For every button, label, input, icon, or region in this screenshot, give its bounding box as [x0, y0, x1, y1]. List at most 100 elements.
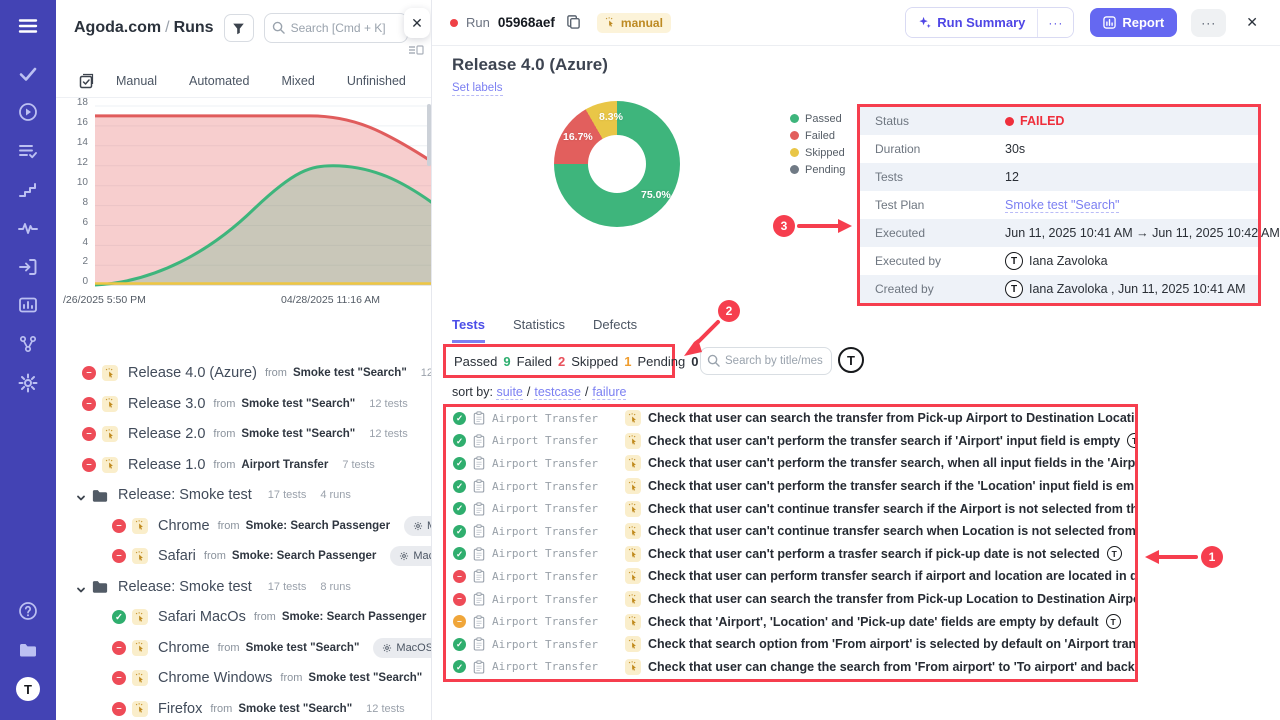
run-row-chrome-2[interactable]: Chrome from Smoke test "Search" MacOS Ch…	[56, 633, 432, 664]
test-title[interactable]: Check that user can't continue transfer …	[648, 524, 1135, 538]
help-icon[interactable]	[18, 601, 38, 621]
run-name[interactable]: Chrome Windows	[158, 670, 272, 686]
run-name[interactable]: Release 3.0	[128, 396, 205, 412]
breadcrumb-project[interactable]: Agoda.com	[74, 19, 161, 36]
test-row[interactable]: Airport TransferCheck that user can sear…	[446, 407, 1135, 430]
run-row-release-20[interactable]: Release 2.0 from Smoke test "Search" 12 …	[56, 419, 432, 450]
test-title[interactable]: Check that user can change the search fr…	[648, 660, 1135, 674]
checklist-icon[interactable]	[78, 73, 94, 89]
run-row-release-10[interactable]: Release 1.0 from Airport Transfer 7 test…	[56, 450, 432, 481]
run-plan[interactable]: Smoke: Search Passenger	[282, 611, 426, 623]
run-row-chrome-windows[interactable]: Chrome Windows from Smoke test "Search" …	[56, 663, 432, 694]
run-group-row[interactable]: Release: Smoke test 17 tests 8 runs	[56, 572, 432, 603]
test-title[interactable]: Check that user can search the transfer …	[648, 592, 1135, 606]
test-row[interactable]: Airport TransferCheck that user can perf…	[446, 565, 1135, 588]
tab-manual[interactable]: Manual	[116, 74, 157, 88]
env-chip[interactable]: MacOS	[390, 546, 432, 566]
copy-icon[interactable]	[565, 14, 583, 32]
import-icon[interactable]	[18, 257, 38, 277]
run-plan[interactable]: Smoke test "Search"	[308, 672, 422, 684]
run-name[interactable]: Release 4.0 (Azure)	[128, 365, 257, 381]
run-plan[interactable]: Smoke: Search Passenger	[246, 520, 390, 532]
env-chip[interactable]: MacOS	[373, 638, 432, 658]
tab-unfinished[interactable]: Unfinished	[347, 74, 406, 88]
assignee-avatar[interactable]: T	[838, 347, 864, 373]
test-row[interactable]: Airport TransferCheck that user can sear…	[446, 588, 1135, 611]
run-plan[interactable]: Smoke test "Search"	[246, 642, 360, 654]
test-title[interactable]: Check that search option from 'From airp…	[648, 637, 1135, 651]
test-row[interactable]: Airport TransferCheck that user can't pe…	[446, 475, 1135, 498]
filter-button[interactable]	[224, 14, 254, 42]
run-name[interactable]: Safari	[158, 548, 196, 564]
run-group-row[interactable]: Release: Smoke test 17 tests 4 runs	[56, 480, 432, 511]
milestones-steps-icon[interactable]	[18, 180, 38, 200]
run-plan[interactable]: Smoke test "Search"	[241, 428, 355, 440]
test-title[interactable]: Check that user can't perform the transf…	[648, 434, 1120, 448]
test-title[interactable]: Check that user can't perform a trasfer …	[648, 547, 1100, 561]
sidebar-close-button[interactable]: ✕	[404, 8, 430, 38]
sort-suite-link[interactable]: suite	[496, 385, 522, 400]
filter-passed-label[interactable]: Passed	[454, 354, 497, 369]
filter-skipped-count[interactable]: 1	[624, 354, 631, 369]
run-name[interactable]: Safari MacOs	[158, 609, 246, 625]
test-row[interactable]: Airport TransferCheck that search option…	[446, 633, 1135, 656]
settings-gear-icon[interactable]	[18, 373, 38, 393]
set-labels-link[interactable]: Set labels	[452, 82, 503, 96]
filter-failed-count[interactable]: 2	[558, 354, 565, 369]
plans-list-icon[interactable]	[18, 141, 38, 161]
run-plan[interactable]: Smoke test "Search"	[238, 703, 352, 715]
run-summary-more-button[interactable]: ···	[1037, 9, 1073, 37]
analytics-icon[interactable]	[18, 295, 38, 315]
run-name[interactable]: Firefox	[158, 701, 202, 717]
test-title[interactable]: Check that user can't continue transfer …	[648, 502, 1135, 516]
report-button[interactable]: Report	[1090, 8, 1177, 37]
panel-collapse-icon[interactable]	[408, 42, 424, 52]
chevron-down-icon[interactable]	[76, 490, 86, 500]
test-title[interactable]: Check that user can perform transfer sea…	[648, 569, 1135, 583]
branch-icon[interactable]	[18, 334, 38, 354]
menu-icon[interactable]	[18, 16, 38, 36]
sort-testcase-link[interactable]: testcase	[534, 385, 581, 400]
tab-mixed[interactable]: Mixed	[281, 74, 314, 88]
filter-pending-label[interactable]: Pending	[637, 354, 685, 369]
run-row-chrome[interactable]: Chrome from Smoke: Search Passenger MacO…	[56, 511, 432, 542]
tab-statistics[interactable]: Statistics	[513, 317, 565, 343]
runs-play-icon[interactable]	[18, 102, 38, 122]
filter-passed-count[interactable]: 9	[503, 354, 510, 369]
scrollbar-thumb[interactable]	[427, 104, 431, 166]
run-plan[interactable]: Smoke: Search Passenger	[232, 550, 376, 562]
tab-tests[interactable]: Tests	[452, 317, 485, 343]
env-chip[interactable]: MacOS	[404, 516, 432, 536]
group-name[interactable]: Release: Smoke test	[118, 579, 252, 595]
test-row[interactable]: Airport TransferCheck that user can't co…	[446, 520, 1135, 543]
run-name[interactable]: Chrome	[158, 640, 210, 656]
pulse-activity-icon[interactable]	[18, 218, 38, 238]
close-run-button[interactable]: ✕	[1238, 8, 1266, 37]
test-row[interactable]: Airport TransferCheck that 'Airport', 'L…	[446, 610, 1135, 633]
run-plan[interactable]: Smoke test "Search"	[293, 367, 407, 379]
run-row-release-40[interactable]: Release 4.0 (Azure) from Smoke test "Sea…	[56, 358, 432, 389]
test-row[interactable]: Airport TransferCheck that user can't pe…	[446, 543, 1135, 566]
test-title[interactable]: Check that 'Airport', 'Location' and 'Pi…	[648, 615, 1099, 629]
test-title[interactable]: Check that user can't perform the transf…	[648, 456, 1135, 470]
test-plan-link[interactable]: Smoke test "Search"	[1005, 198, 1119, 213]
sidebar-search-input[interactable]	[264, 13, 408, 43]
test-row[interactable]: Airport TransferCheck that user can't pe…	[446, 452, 1135, 475]
run-row-release-30[interactable]: Release 3.0 from Smoke test "Search" 12 …	[56, 389, 432, 420]
run-plan[interactable]: Airport Transfer	[241, 459, 328, 471]
run-row-safari[interactable]: Safari from Smoke: Search Passenger MacO…	[56, 541, 432, 572]
filter-skipped-label[interactable]: Skipped	[571, 354, 618, 369]
test-row[interactable]: Airport TransferCheck that user can't co…	[446, 497, 1135, 520]
tab-automated[interactable]: Automated	[189, 74, 249, 88]
breadcrumb-page[interactable]: Runs	[174, 19, 214, 36]
tests-check-icon[interactable]	[18, 64, 38, 84]
test-row[interactable]: Airport TransferCheck that user can't pe…	[446, 430, 1135, 453]
run-plan[interactable]: Smoke test "Search"	[241, 398, 355, 410]
run-row-safari-macos[interactable]: Safari MacOs from Smoke: Search Passenge…	[56, 602, 432, 633]
app-logo[interactable]: T	[16, 677, 40, 701]
run-name[interactable]: Release 1.0	[128, 457, 205, 473]
docs-folder-icon[interactable]	[18, 640, 38, 660]
run-name[interactable]: Release 2.0	[128, 426, 205, 442]
test-title[interactable]: Check that user can search the transfer …	[648, 411, 1135, 425]
test-title[interactable]: Check that user can't perform the transf…	[648, 479, 1135, 493]
